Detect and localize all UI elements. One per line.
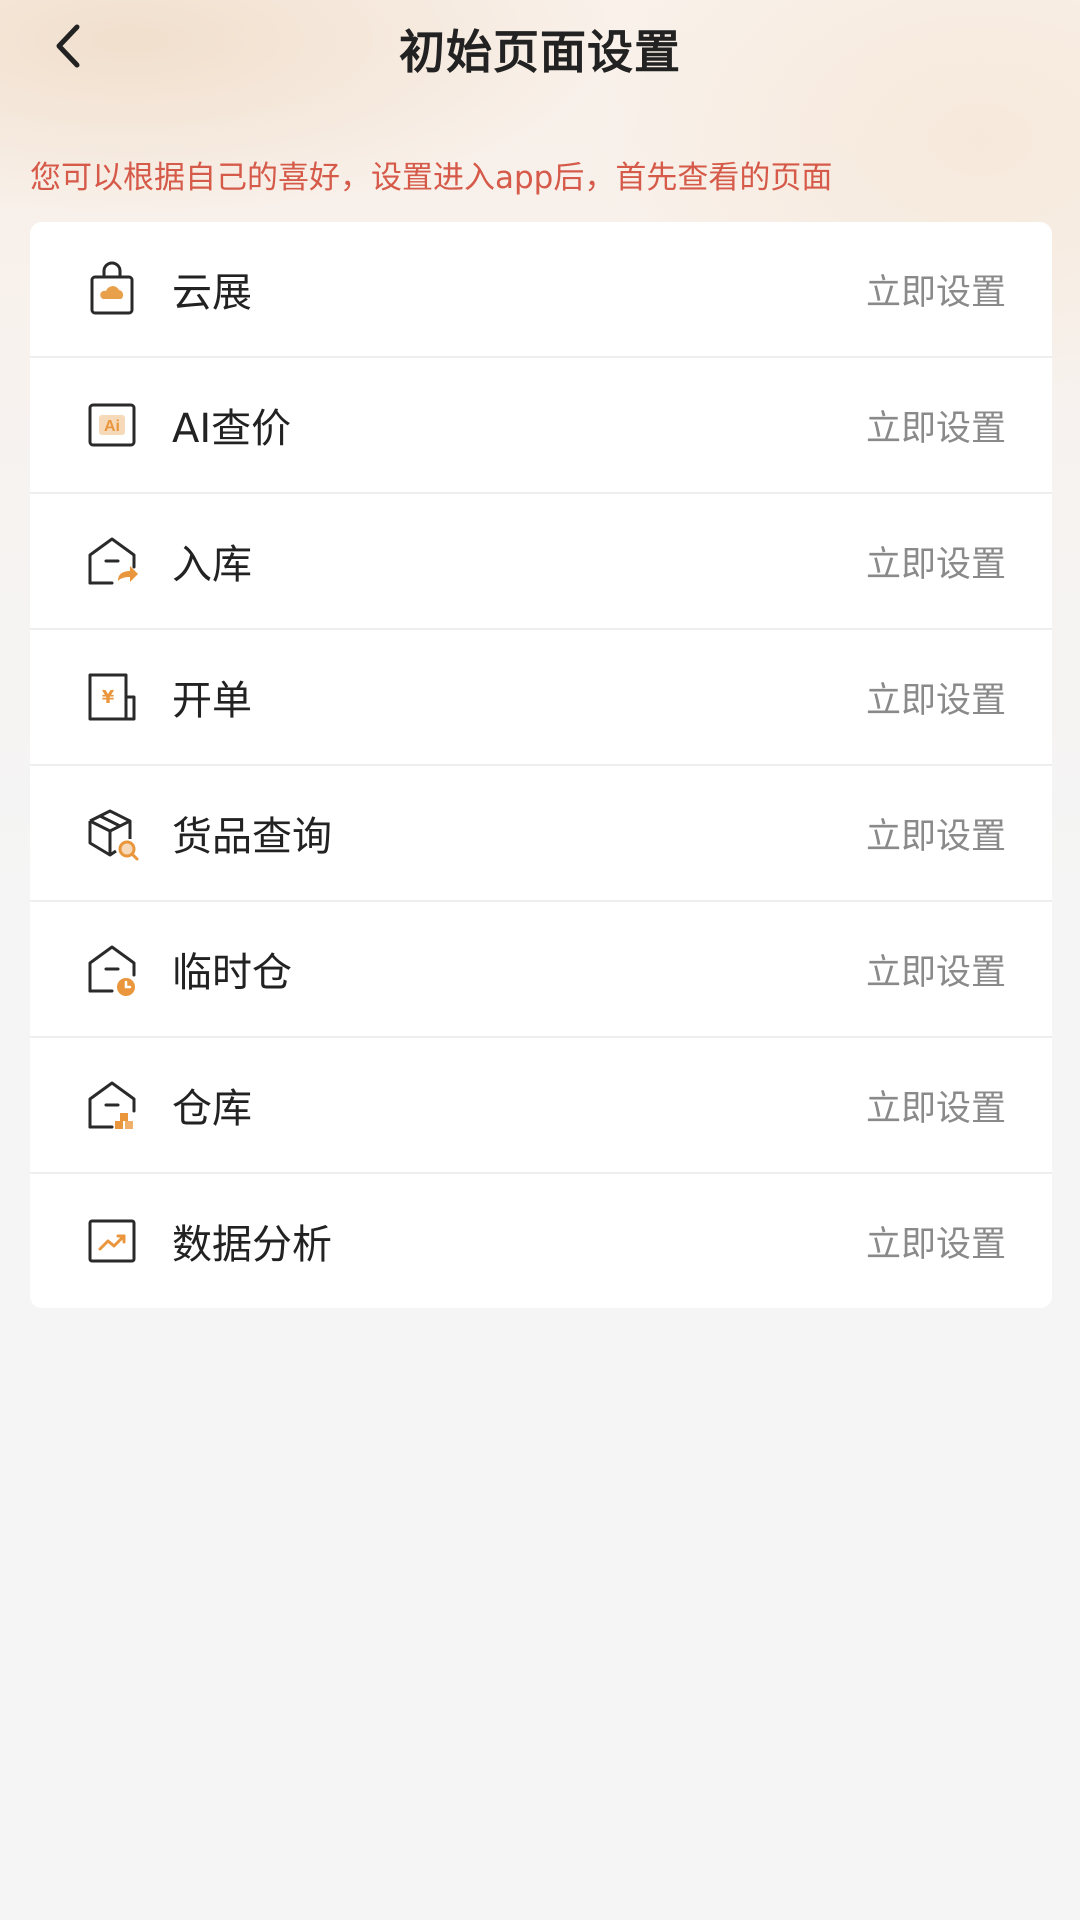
list-item-label: 临时仓 [172,950,292,996]
page-options-list: 云展 立即设置 Ai AI查价 立即设置 入库 立即设置 ¥ 开单 立即设置 货… [30,222,1052,1308]
set-now-link[interactable]: 立即设置 [866,1080,1006,1131]
list-item-data-analysis[interactable]: 数据分析 立即设置 [30,1174,1052,1308]
list-item-label: 云展 [172,270,252,316]
invoice-yuan-icon: ¥ [88,673,136,721]
list-item-label: 入库 [172,542,252,588]
svg-text:¥: ¥ [102,687,115,708]
warehouse-clock-icon [88,945,136,996]
list-item-temp-warehouse[interactable]: 临时仓 立即设置 [30,902,1052,1038]
list-item-label: 仓库 [172,1086,252,1132]
set-now-link[interactable]: 立即设置 [866,536,1006,587]
box-search-icon [88,809,139,861]
shopping-bag-cloud-icon [90,261,134,315]
list-item-label: 数据分析 [172,1222,332,1268]
set-now-link[interactable]: 立即设置 [866,1216,1006,1267]
svg-text:Ai: Ai [104,418,120,435]
set-now-link[interactable]: 立即设置 [866,672,1006,723]
list-item-yunzhan[interactable]: 云展 立即设置 [30,222,1052,358]
warehouse-inbound-icon [88,537,138,585]
list-item-inbound[interactable]: 入库 立即设置 [30,494,1052,630]
set-now-link[interactable]: 立即设置 [866,944,1006,995]
list-item-label: 开单 [172,678,252,724]
set-now-link[interactable]: 立即设置 [866,808,1006,859]
list-item-label: 货品查询 [172,814,332,860]
chart-trend-icon [88,1219,136,1263]
page-title: 初始页面设置 [399,25,681,79]
list-item-ai-price[interactable]: Ai AI查价 立即设置 [30,358,1052,494]
list-item-label: AI查价 [172,406,292,452]
set-now-link[interactable]: 立即设置 [866,264,1006,315]
list-item-warehouse[interactable]: 仓库 立即设置 [30,1038,1052,1174]
warehouse-boxes-icon [88,1081,136,1129]
header: 初始页面设置 [0,0,1080,96]
set-now-link[interactable]: 立即设置 [866,400,1006,451]
tip-text: 您可以根据自己的喜好，设置进入app后，首先查看的页面 [30,160,833,196]
ai-badge-icon: Ai [88,403,136,447]
list-item-invoice[interactable]: ¥ 开单 立即设置 [30,630,1052,766]
list-item-product-search[interactable]: 货品查询 立即设置 [30,766,1052,902]
